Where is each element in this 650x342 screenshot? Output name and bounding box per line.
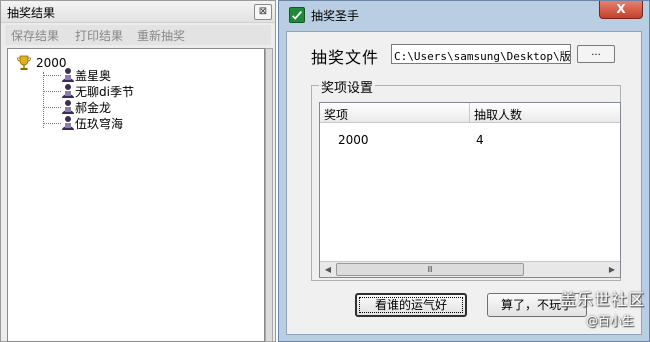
menu-save-results[interactable]: 保存结果: [11, 27, 59, 44]
results-window: 抽奖结果 ⊠ 保存结果 打印结果 重新抽奖 2000 盖星奥 无聊di季节 郝金…: [0, 0, 276, 342]
tree-item-label: 盖星奥: [75, 69, 112, 83]
menu-print-results[interactable]: 打印结果: [75, 27, 123, 44]
cell-draw-count[interactable]: 4: [476, 133, 484, 147]
person-icon: [62, 116, 74, 130]
horizontal-scrollbar[interactable]: ◀ Ⅲ ▶: [320, 261, 620, 277]
draw-button[interactable]: 看谁的运气好: [355, 293, 467, 317]
scroll-left-icon[interactable]: ◀: [320, 262, 336, 278]
prize-settings-title: 奖项设置: [319, 77, 376, 96]
cell-prize[interactable]: 2000: [338, 133, 369, 147]
lottery-titlebar: 抽奖圣手 X: [279, 1, 649, 29]
scroll-right-icon[interactable]: ▶: [604, 262, 620, 278]
menu-redraw[interactable]: 重新抽奖: [137, 27, 185, 44]
trophy-icon: [17, 55, 31, 70]
scroll-thumb[interactable]: Ⅲ: [336, 263, 524, 276]
close-button[interactable]: X: [599, 1, 643, 19]
file-label: 抽奖文件: [311, 48, 380, 67]
results-tree[interactable]: 2000 盖星奥 无聊di季节 郝金龙 伍玖穹海: [7, 48, 265, 342]
tree-scrollbar[interactable]: [265, 48, 273, 342]
column-prize[interactable]: 奖项: [320, 103, 470, 123]
person-icon: [62, 100, 74, 114]
prize-list[interactable]: 奖项 抽取人数 2000 4 ◀ Ⅲ ▶: [319, 102, 621, 278]
watermark-user: @百小生: [586, 314, 635, 328]
browse-button[interactable]: ...: [577, 45, 615, 63]
file-path-field[interactable]: C:\Users\samsung\Desktop\版块: [391, 44, 571, 64]
results-titlebar: 抽奖结果 ⊠: [1, 1, 275, 23]
tree-connector: [43, 72, 44, 128]
results-window-title: 抽奖结果: [7, 6, 56, 20]
app-icon: [289, 7, 305, 23]
person-icon: [62, 84, 74, 98]
watermark-site: 盖乐世社区: [560, 290, 646, 309]
results-menubar: 保存结果 打印结果 重新抽奖: [5, 25, 271, 45]
close-icon[interactable]: ⊠: [254, 4, 272, 20]
tree-item-label: 伍玖穹海: [75, 117, 124, 131]
person-icon: [62, 68, 74, 82]
column-draw-count[interactable]: 抽取人数: [470, 103, 620, 123]
tree-item-label: 无聊di季节: [75, 85, 134, 99]
tree-item-label: 郝金龙: [75, 101, 112, 115]
prize-list-header: 奖项 抽取人数: [320, 103, 620, 123]
lottery-window-title: 抽奖圣手: [311, 9, 360, 23]
